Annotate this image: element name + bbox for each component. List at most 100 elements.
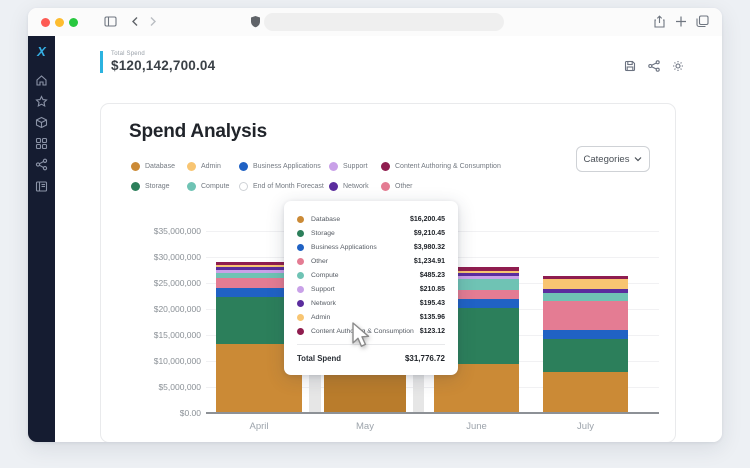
tooltip-divider [297, 344, 445, 345]
browser-window: X Total Spend $120,142,700.0 [28, 8, 722, 442]
tooltip-dot-icon [297, 272, 304, 279]
new-tab-icon[interactable] [675, 15, 687, 28]
bar-segment-compute[interactable] [543, 293, 628, 301]
share-nodes-icon[interactable] [648, 60, 660, 72]
y-axis-tick-label: $20,000,000 [154, 304, 201, 314]
tooltip-label: Network [311, 300, 336, 307]
tooltip-label: Storage [311, 230, 335, 237]
legend-item[interactable]: Database [131, 162, 187, 171]
sidebar-toggle-icon[interactable] [104, 15, 117, 28]
legend-item[interactable]: Storage [131, 182, 187, 191]
tooltip-dot-icon [297, 328, 304, 335]
settings-gear-icon[interactable] [672, 60, 684, 72]
legend-item[interactable]: Content Authoring & Consumption [381, 162, 551, 171]
tooltip-value: $123.12 [420, 328, 445, 335]
app-logo[interactable]: X [28, 44, 55, 59]
bar-segment-content-authoring-consumption[interactable] [543, 276, 628, 279]
tooltip-label: Business Applications [311, 244, 377, 251]
legend-label: Network [343, 183, 369, 190]
tooltip-row: Content Authoring & Consumption$123.12 [297, 324, 445, 338]
tooltip-row: Other $1,234.91 [297, 254, 445, 268]
traffic-light-zoom-button[interactable] [69, 18, 78, 27]
y-axis-tick-label: $5,000,000 [158, 382, 201, 392]
tooltip-label: Database [311, 216, 340, 223]
tooltip-value: $1,234.91 [414, 258, 445, 265]
legend-item[interactable]: Admin [187, 162, 239, 171]
legend-item[interactable]: Business Applications [239, 162, 329, 171]
total-spend-value: $120,142,700.04 [111, 58, 215, 73]
tooltip-dot-icon [297, 300, 304, 307]
tooltip-total-value: $31,776.72 [405, 354, 445, 363]
tooltip-value: $9,210.45 [414, 230, 445, 237]
total-spend-label: Total Spend [111, 51, 215, 57]
chart-tooltip: Database $16,200.45 Storage $9,210.45 Busine… [284, 201, 458, 375]
home-icon[interactable] [35, 74, 48, 87]
tab-overview-icon[interactable] [696, 15, 709, 28]
tooltip-value: $135.96 [420, 314, 445, 321]
main-content: Total Spend $120,142,700.04 Spend Analys… [55, 36, 722, 442]
y-axis-tick-label: $25,000,000 [154, 278, 201, 288]
privacy-shield-icon[interactable] [250, 15, 261, 28]
bar-segment-network[interactable] [543, 289, 628, 293]
bar-segment-database[interactable] [543, 372, 628, 412]
forward-icon[interactable] [147, 15, 159, 28]
traffic-light-minimize-button[interactable] [55, 18, 64, 27]
legend-dot-icon [131, 162, 140, 171]
legend-item[interactable]: Network [329, 182, 381, 191]
y-axis-tick-label: $15,000,000 [154, 330, 201, 340]
tooltip-label: Support [311, 286, 335, 293]
chart-legend: Database Admin Business Applications Suppor… [131, 156, 551, 196]
legend-item[interactable]: Support [329, 162, 381, 171]
legend-label: Admin [201, 163, 221, 170]
tooltip-label: Other [311, 258, 328, 265]
x-axis-tick-label: April [249, 421, 268, 432]
stacked-bar-july[interactable] [543, 276, 628, 412]
tooltip-value: $16,200.45 [410, 216, 445, 223]
star-icon[interactable] [35, 95, 48, 108]
legend-label: Business Applications [253, 163, 321, 170]
legend-dot-icon [187, 182, 196, 191]
package-icon[interactable] [35, 116, 48, 129]
chevron-down-icon [634, 156, 642, 162]
categories-dropdown-button[interactable]: Categories [576, 146, 650, 172]
traffic-light-close-button[interactable] [41, 18, 50, 27]
save-icon[interactable] [624, 60, 636, 72]
legend-label: Support [343, 163, 368, 170]
tooltip-dot-icon [297, 216, 304, 223]
share-icon[interactable] [653, 15, 666, 29]
tooltip-dot-icon [297, 258, 304, 265]
legend-item[interactable]: Other [381, 182, 551, 191]
y-axis-tick-label: $35,000,000 [154, 226, 201, 236]
x-axis-tick-label: July [577, 421, 594, 432]
grid-icon[interactable] [35, 137, 48, 150]
legend-item[interactable]: End of Month Forecast [239, 182, 329, 191]
bar-segment-admin[interactable] [543, 279, 628, 289]
y-axis-labels: $0.00$5,000,000$10,000,000$15,000,000$20… [101, 231, 201, 414]
categories-dropdown-label: Categories [584, 154, 630, 165]
bar-segment-storage[interactable] [543, 339, 628, 371]
legend-label: End of Month Forecast [253, 183, 324, 190]
tooltip-value: $485.23 [420, 272, 445, 279]
tooltip-value: $210.85 [420, 286, 445, 293]
tooltip-dot-icon [297, 314, 304, 321]
tooltip-row: Admin$135.96 [297, 310, 445, 324]
hierarchy-icon[interactable] [35, 158, 48, 171]
x-axis-tick-label: May [356, 421, 374, 432]
tooltip-row: Network $195.43 [297, 296, 445, 310]
page-title: Spend Analysis [129, 121, 267, 143]
back-icon[interactable] [129, 15, 141, 28]
total-spend-metric: Total Spend $120,142,700.04 [100, 51, 215, 73]
bar-segment-other[interactable] [543, 301, 628, 330]
x-axis-line [206, 412, 659, 414]
address-bar[interactable] [264, 13, 504, 31]
tooltip-label: Compute [311, 272, 339, 279]
legend-item[interactable]: Compute [187, 182, 239, 191]
mouse-cursor-icon [351, 322, 371, 350]
tooltip-total-label: Total Spend [297, 354, 341, 363]
legend-dot-icon [239, 162, 248, 171]
panel-icon[interactable] [35, 180, 48, 193]
tooltip-row: Compute $485.23 [297, 268, 445, 282]
tooltip-value: $195.43 [420, 300, 445, 307]
bar-segment-business-applications[interactable] [543, 330, 628, 339]
legend-dot-icon [381, 182, 390, 191]
